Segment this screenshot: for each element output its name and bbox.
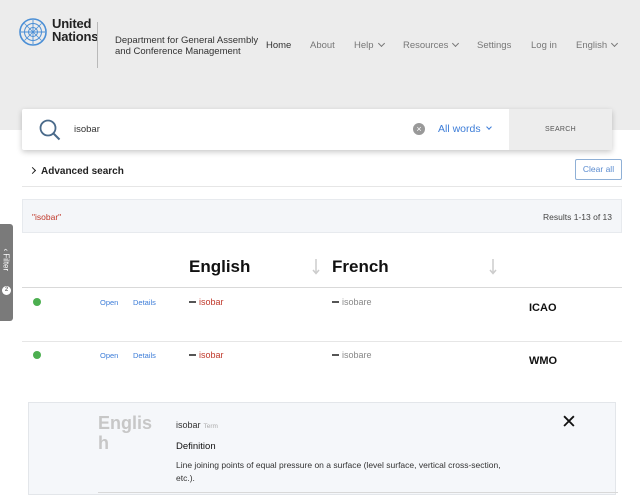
nav-home[interactable]: Home: [266, 40, 291, 51]
clear-all-button[interactable]: Clear all: [575, 159, 622, 180]
main-nav: Home About Help Resources Settings Log i…: [0, 39, 640, 52]
filter-tab[interactable]: ‹ Filter 2: [0, 224, 13, 321]
sort-arrow-icon[interactable]: [489, 258, 497, 275]
nav-help-label: Help: [354, 40, 374, 51]
english-term-text: isobar: [199, 297, 224, 307]
nav-resources[interactable]: Resources: [403, 39, 460, 51]
panel-language: English: [98, 413, 153, 453]
panel-term-type: Term: [203, 423, 218, 430]
english-term-text: isobar: [199, 350, 224, 360]
organization: ICAO: [529, 302, 557, 314]
search-input[interactable]: [74, 109, 394, 150]
table-row: Open Details isobar isobare ICAO: [22, 288, 622, 341]
dash-icon: [332, 300, 339, 303]
details-link[interactable]: Details: [133, 351, 156, 360]
status-dot: [33, 298, 41, 306]
open-link[interactable]: Open: [100, 298, 118, 307]
search-mode-label: All words: [438, 123, 481, 135]
definition-text: Line joining points of equal pressure on…: [176, 460, 501, 483]
details-link[interactable]: Details: [133, 298, 156, 307]
dash-icon: [189, 300, 196, 303]
french-term-text: isobare: [342, 297, 372, 307]
dash-icon: [189, 353, 196, 356]
nav-help[interactable]: Help: [354, 39, 385, 51]
chevron-down-icon: [611, 39, 619, 48]
advanced-search-toggle[interactable]: Advanced search: [28, 166, 124, 177]
language-label: English: [576, 40, 608, 51]
search-bar: × All words SEARCH: [22, 109, 612, 150]
nav-resources-label: Resources: [403, 40, 449, 51]
advanced-search-label: Advanced search: [41, 166, 124, 177]
sort-arrow-icon[interactable]: [312, 258, 320, 275]
chevron-right-icon: [28, 166, 37, 175]
filter-label: ‹ Filter: [1, 248, 11, 272]
filter-count-badge: 2: [2, 286, 11, 295]
english-term[interactable]: isobar: [189, 350, 224, 360]
french-term[interactable]: isobare: [332, 350, 372, 360]
table-row: Open Details isobar isobare WMO: [22, 341, 622, 394]
french-term[interactable]: isobare: [332, 297, 372, 307]
close-icon[interactable]: ✕: [561, 413, 577, 432]
nav-login[interactable]: Log in: [531, 40, 557, 51]
panel-divider: [98, 492, 618, 493]
chevron-down-icon: [485, 124, 492, 130]
nav-about[interactable]: About: [310, 40, 335, 51]
results-count: Results 1-13 of 13: [543, 212, 612, 222]
open-link[interactable]: Open: [100, 351, 118, 360]
column-header-english[interactable]: English: [189, 257, 250, 277]
clear-search-icon[interactable]: ×: [413, 123, 425, 135]
chevron-down-icon: [377, 39, 385, 48]
filter-text: Filter: [1, 253, 11, 272]
divider: [22, 186, 622, 187]
search-button[interactable]: SEARCH: [509, 109, 612, 150]
chevron-down-icon: [452, 39, 460, 48]
nav-settings[interactable]: Settings: [477, 40, 511, 51]
results-bar: "isobar" Results 1-13 of 13: [22, 199, 622, 233]
panel-term-text: isobar: [176, 420, 201, 430]
search-icon[interactable]: [39, 119, 61, 141]
column-header-french[interactable]: French: [332, 257, 389, 277]
language-selector[interactable]: English: [576, 39, 619, 51]
english-term[interactable]: isobar: [189, 297, 224, 307]
query-tag[interactable]: "isobar": [32, 212, 61, 222]
search-mode-dropdown[interactable]: All words: [438, 123, 492, 135]
dash-icon: [332, 353, 339, 356]
panel-term: isobar Term: [176, 420, 218, 430]
term-detail-panel: English isobar Term Definition Line joini…: [28, 402, 618, 495]
organization: WMO: [529, 355, 558, 367]
status-dot: [33, 351, 41, 359]
definition-heading: Definition: [176, 441, 216, 452]
french-term-text: isobare: [342, 350, 372, 360]
